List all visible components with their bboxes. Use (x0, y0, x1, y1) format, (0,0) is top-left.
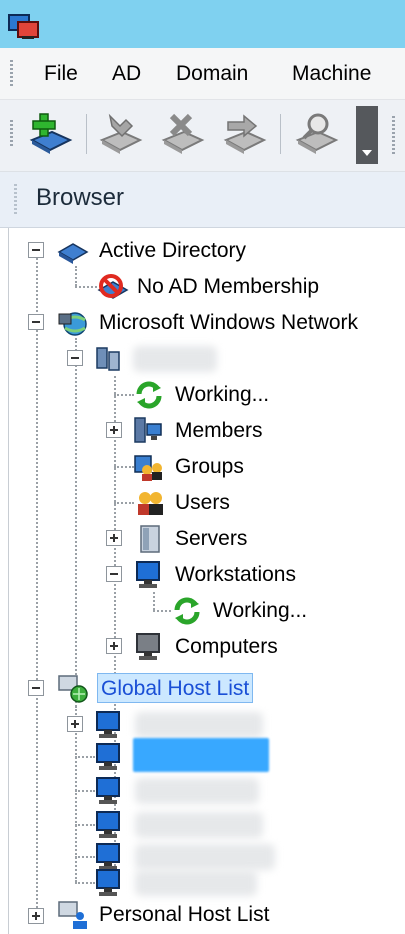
network-globe-icon (58, 312, 87, 336)
groups-icon (134, 455, 162, 481)
tree-line (75, 790, 95, 792)
workstation-icon (96, 811, 120, 838)
ad-book-icon (57, 243, 89, 264)
tree-expander-expand[interactable] (106, 530, 122, 546)
title-bar (0, 0, 405, 48)
toolbar-grip-right (392, 116, 395, 154)
refresh-icon (174, 597, 200, 625)
redacted-host-name[interactable] (135, 844, 275, 870)
menu-ad[interactable]: AD (110, 48, 143, 100)
tree-item-active-directory[interactable]: Active Directory (99, 236, 246, 266)
workstation-icon (96, 711, 120, 738)
tree-line (75, 266, 77, 286)
move-book-icon[interactable] (220, 110, 268, 158)
menu-bar: File AD Domain Machine (0, 48, 405, 100)
tree-line (75, 824, 95, 826)
toolbar (0, 100, 405, 172)
menu-grip (10, 60, 13, 88)
domain-icon (96, 347, 120, 371)
redacted-host-name[interactable] (135, 712, 263, 738)
menu-machine[interactable]: Machine (290, 48, 373, 100)
search-book-icon[interactable] (292, 110, 340, 158)
toolbar-separator (280, 114, 281, 154)
tree-item-servers[interactable]: Servers (175, 524, 247, 554)
tree-item-users[interactable]: Users (175, 488, 230, 518)
tree-expander-collapse[interactable] (28, 314, 44, 330)
delete-book-icon[interactable] (158, 110, 206, 158)
menu-file[interactable]: File (42, 48, 80, 100)
tree-item-members[interactable]: Members (175, 416, 263, 446)
tree-line (114, 394, 134, 396)
redacted-domain-name (133, 346, 217, 372)
tree-line (114, 502, 134, 504)
users-icon (138, 492, 163, 515)
tree-expander-collapse[interactable] (67, 350, 83, 366)
tree-item-working: Working... (175, 383, 270, 406)
redacted-host-name[interactable] (135, 812, 263, 838)
tree-line (75, 756, 95, 758)
tree-item-groups[interactable]: Groups (175, 452, 244, 482)
tree-line (153, 592, 155, 610)
tree-expander-expand[interactable] (28, 908, 44, 924)
toolbar-separator (86, 114, 87, 154)
tree-line (75, 882, 95, 884)
tree-expander-collapse[interactable] (28, 242, 44, 258)
tree-line (114, 466, 134, 468)
tree-item-global-host-list[interactable]: Global Host List (97, 673, 254, 703)
tree-expander-collapse[interactable] (28, 680, 44, 696)
menu-domain[interactable]: Domain (174, 48, 250, 100)
workstation-icon (136, 561, 160, 588)
workstation-icon (96, 743, 120, 770)
members-icon (134, 417, 162, 443)
browser-tree[interactable]: Active Directory No AD Membership Micros… (8, 228, 405, 934)
redacted-host-name[interactable] (135, 870, 257, 896)
redacted-host-name-selected[interactable] (133, 738, 269, 772)
tree-item-computers[interactable]: Computers (175, 632, 278, 662)
no-entry-icon (97, 274, 129, 299)
workstation-icon (96, 777, 120, 804)
browser-title: Browser (36, 184, 125, 211)
toolbar-overflow-button[interactable] (356, 106, 378, 164)
global-host-list-icon (58, 675, 88, 703)
redacted-host-name[interactable] (135, 778, 259, 804)
tree-expander-collapse[interactable] (106, 566, 122, 582)
tree-item-microsoft-windows-network[interactable]: Microsoft Windows Network (99, 308, 358, 338)
tree-line (75, 856, 95, 858)
server-icon (140, 525, 160, 553)
tree-item-no-ad-membership[interactable]: No AD Membership (137, 272, 319, 302)
tree-line (75, 286, 97, 288)
tree-line (36, 258, 38, 916)
wrench-book-icon[interactable] (96, 110, 144, 158)
browser-panel-header: Browser (0, 172, 405, 228)
app-icon (8, 14, 39, 39)
tree-item-workstations[interactable]: Workstations (175, 560, 296, 590)
toolbar-grip (10, 120, 13, 148)
add-book-icon[interactable] (26, 110, 74, 158)
refresh-icon (136, 381, 162, 409)
personal-host-list-icon (58, 901, 87, 929)
computer-icon (136, 633, 160, 660)
tree-line (153, 610, 171, 612)
tree-expander-expand[interactable] (106, 638, 122, 654)
workstation-icon (96, 869, 120, 896)
tree-item-working: Working... (213, 599, 308, 622)
tree-expander-expand[interactable] (67, 716, 83, 732)
tree-expander-expand[interactable] (106, 422, 122, 438)
panel-grip (14, 184, 17, 216)
tree-item-personal-host-list[interactable]: Personal Host List (99, 900, 269, 930)
